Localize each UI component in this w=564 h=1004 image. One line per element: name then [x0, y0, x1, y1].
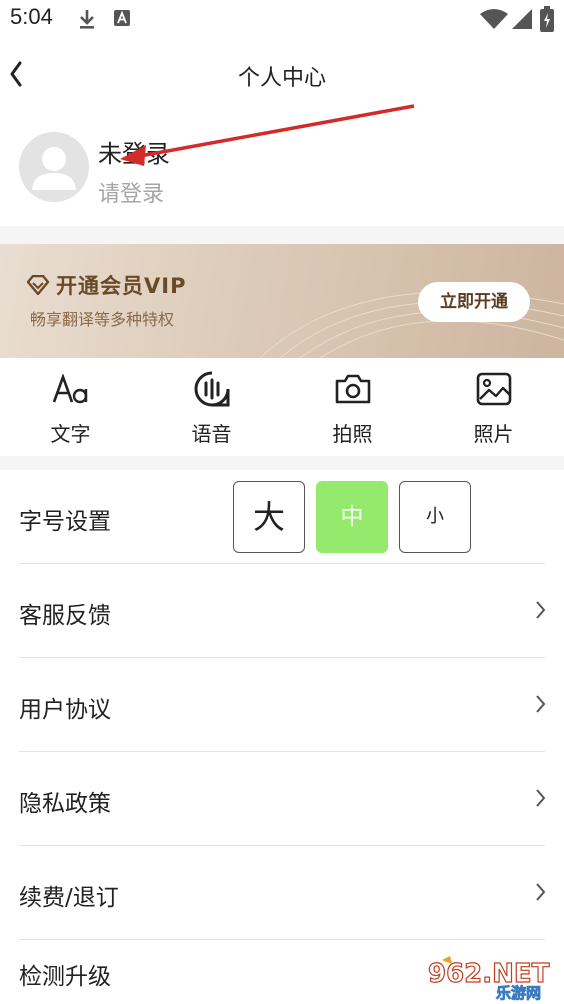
camera-icon: [334, 370, 372, 408]
font-size-small-button[interactable]: 小: [399, 481, 471, 553]
vip-open-button[interactable]: 立即开通: [418, 282, 530, 322]
login-link[interactable]: 请登录: [98, 176, 164, 208]
vip-title: 开通会员VIP: [56, 274, 187, 298]
diamond-icon: [26, 275, 50, 295]
tool-text[interactable]: 文字: [0, 360, 141, 456]
chevron-right-icon: [536, 789, 546, 807]
tool-label: 文字: [50, 422, 91, 446]
battery-icon: [540, 6, 554, 36]
watermark-sub-text: 乐游网: [496, 984, 541, 1002]
font-size-setting: 字号设置 大 中 小: [0, 470, 564, 564]
menu-item-label: 检测升级: [19, 964, 111, 990]
chevron-right-icon: [536, 883, 546, 901]
font-size-medium-button[interactable]: 中: [316, 481, 388, 553]
menu-item-user-agreement[interactable]: 用户协议: [0, 658, 564, 751]
user-name[interactable]: 未登录: [98, 134, 170, 169]
section-gap: [0, 226, 564, 244]
status-time: 5:04: [10, 4, 53, 29]
menu-item-renew-unsubscribe[interactable]: 续费/退订: [0, 846, 564, 939]
download-icon: [78, 8, 96, 34]
menu-item-label: 续费/退订: [19, 885, 119, 911]
default-avatar-icon: [32, 147, 76, 190]
photo-icon: [475, 370, 513, 408]
vip-subtitle: 畅享翻译等多种特权: [30, 310, 175, 329]
font-size-label: 字号设置: [19, 509, 111, 535]
user-profile-section: 未登录 请登录: [0, 112, 564, 224]
status-bar: 5:04: [0, 0, 564, 38]
font-size-large-button[interactable]: 大: [233, 481, 305, 553]
text-a-icon: [114, 8, 130, 32]
tool-camera[interactable]: 拍照: [282, 360, 423, 456]
header: 个人中心: [0, 46, 564, 104]
tool-voice[interactable]: 语音: [141, 360, 282, 456]
vip-title-row: 开通会员VIP: [26, 270, 186, 300]
tool-label: 拍照: [332, 422, 373, 446]
chevron-right-icon: [536, 601, 546, 619]
signal-icon: [512, 9, 532, 33]
tool-label: 语音: [191, 422, 232, 446]
vip-banner[interactable]: 开通会员VIP 畅享翻译等多种特权 立即开通: [0, 244, 564, 358]
voice-icon: [193, 370, 231, 408]
avatar[interactable]: [19, 132, 89, 202]
page-title: 个人中心: [237, 66, 326, 91]
menu-item-privacy-policy[interactable]: 隐私政策: [0, 752, 564, 845]
menu-item-feedback[interactable]: 客服反馈: [0, 564, 564, 657]
tool-label: 照片: [473, 422, 514, 446]
menu-item-label: 用户协议: [19, 697, 111, 723]
section-gap: [0, 456, 564, 470]
chevron-right-icon: [536, 695, 546, 713]
watermark-logo: 962.NET 乐游网: [422, 952, 562, 1002]
text-aa-icon: [52, 370, 90, 408]
tool-row: 文字 语音 拍照 照片: [0, 360, 564, 456]
wifi-icon: [480, 9, 508, 33]
menu-item-label: 客服反馈: [19, 603, 111, 629]
menu-item-label: 隐私政策: [19, 791, 111, 817]
tool-photo[interactable]: 照片: [423, 360, 564, 456]
